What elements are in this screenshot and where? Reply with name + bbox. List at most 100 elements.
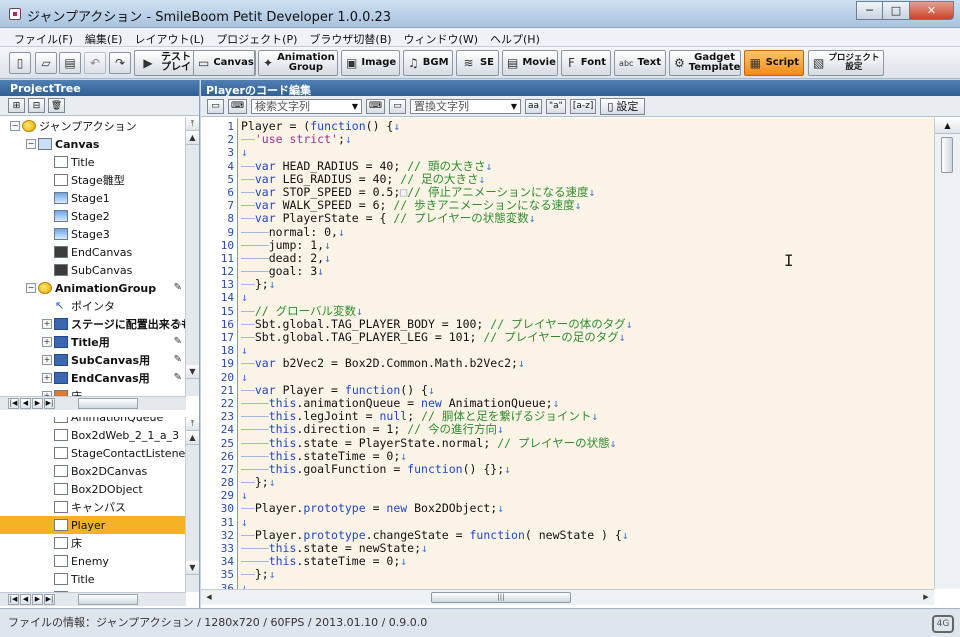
code-line[interactable]: 28 ——};↓ [201, 475, 934, 489]
collapse-icon[interactable]: − [26, 139, 36, 149]
bgm-button[interactable]: ♫ BGM [403, 50, 453, 76]
keyboard-icon[interactable]: ⌨ [228, 98, 247, 114]
code-line[interactable]: 35 ——};↓ [201, 568, 934, 582]
scroll-last-icon[interactable]: ▶| [44, 398, 55, 409]
script-list-item[interactable]: Title [0, 570, 186, 588]
code-line[interactable]: 13 ——};↓ [201, 278, 934, 292]
tree-hscroll[interactable]: |◀ ◀ ▶ ▶| [0, 396, 186, 410]
settings-button[interactable]: ▯ 設定 [600, 97, 646, 115]
new-doc-icon[interactable]: ▯ [9, 52, 31, 74]
tree-item[interactable]: SubCanvas [0, 261, 186, 279]
code-area[interactable]: 1 Player = (function() {↓ 2 ——'use strict';… [201, 118, 934, 589]
expand-icon[interactable]: + [42, 373, 52, 383]
tree-item[interactable]: Title [0, 153, 186, 171]
scroll-right-icon[interactable]: ▶ [32, 398, 43, 409]
expand-icon[interactable]: + [42, 337, 52, 347]
image-button[interactable]: ▣ Image [341, 50, 400, 76]
app-icon[interactable] [9, 8, 21, 20]
collapse-icon[interactable]: − [10, 121, 20, 131]
script-list-item[interactable]: StageContactListener [0, 444, 186, 462]
match-case-button[interactable]: aa [525, 98, 543, 114]
tree-item[interactable]: +床 [0, 387, 186, 396]
script-list-item[interactable]: Box2DObject [0, 480, 186, 498]
tree-item[interactable]: + EndCanvas用 ✎ [0, 369, 186, 387]
script-list-item[interactable]: 床 [0, 534, 186, 552]
tree-item[interactable]: − Canvas [0, 135, 186, 153]
maximize-button[interactable]: □ [883, 1, 910, 20]
scroll-up-icon[interactable]: ▲ [186, 131, 199, 145]
pin-icon[interactable]: ✎ [174, 282, 182, 293]
scroll-first-icon[interactable]: |◀ [8, 398, 19, 409]
pin-icon[interactable]: ✎ [174, 372, 182, 383]
pin-icon[interactable]: ✎ [174, 318, 182, 329]
code-line[interactable]: 36 ↓ [201, 581, 934, 589]
canvas-button[interactable]: ▭ Canvas [193, 50, 255, 76]
add-item-icon[interactable]: ⊞ [8, 98, 25, 113]
open-folder-icon[interactable]: ▱ [35, 52, 57, 74]
menu-browser[interactable]: ブラウザ切替(B) [303, 28, 397, 46]
minimize-button[interactable]: ─ [856, 1, 883, 20]
scroll-first-icon[interactable]: |◀ [8, 594, 19, 605]
hscroll-thumb[interactable] [78, 594, 138, 605]
menu-window[interactable]: ウィンドウ(W) [398, 28, 484, 46]
undo-icon[interactable]: ↶ [84, 52, 106, 74]
scroll-up-icon[interactable]: ▲ [935, 118, 960, 134]
collapse-icon[interactable]: − [26, 283, 36, 293]
code-line[interactable]: 2 ——'use strict';↓ [201, 133, 934, 147]
project-settings-button[interactable]: ▧ プロジェクト 設定 [808, 50, 884, 76]
tree-item[interactable]: EndCanvas [0, 243, 186, 261]
hscroll-thumb[interactable] [78, 398, 138, 409]
expand-icon[interactable]: + [42, 319, 52, 329]
save-icon[interactable]: ▤ [59, 52, 81, 74]
code-line[interactable]: 19 ——var b2Vec2 = Box2D.Common.Math.b2Vec… [201, 357, 934, 371]
script-list-item[interactable]: Box2DCanvas [0, 462, 186, 480]
tree-item[interactable]: Stage2 [0, 207, 186, 225]
search-input[interactable]: 検索文字列 ▼ [251, 98, 362, 114]
scroll-top-icon[interactable]: ⤒ [186, 417, 199, 431]
script-list-item[interactable]: キャンパス [0, 498, 186, 516]
scroll-top-icon[interactable]: ⤒ [186, 117, 199, 131]
script-list-hscroll[interactable]: |◀ ◀ ▶ ▶| [0, 592, 186, 606]
menu-project[interactable]: プロジェクト(P) [210, 28, 303, 46]
scroll-left-icon[interactable]: ◀ [20, 398, 31, 409]
tree-item[interactable]: − ジャンプアクション [0, 117, 186, 135]
scroll-down-icon[interactable]: ▼ [186, 561, 199, 575]
scroll-left-icon[interactable]: ◀ [20, 594, 31, 605]
code-line[interactable]: 27 ————this.goalFunction = function() {};… [201, 462, 934, 476]
script-button[interactable]: ▦ Script [744, 50, 804, 76]
tree-item[interactable]: − AnimationGroup ✎ [0, 279, 186, 297]
menu-edit[interactable]: 編集(E) [79, 28, 129, 46]
script-list-item[interactable]: Enemy [0, 552, 186, 570]
code-line[interactable]: 30 ——Player.prototype = new Box2DObject;↓ [201, 502, 934, 516]
menu-file[interactable]: ファイル(F) [8, 28, 79, 46]
script-list-item[interactable]: Player [0, 516, 186, 534]
whole-word-button[interactable]: "a" [546, 98, 566, 114]
script-list-item[interactable]: AnimationQueue [0, 417, 186, 426]
layout-icon[interactable]: ▭ [207, 98, 224, 114]
scroll-up-icon[interactable]: ▲ [186, 431, 199, 445]
scroll-down-icon[interactable]: ▼ [186, 365, 199, 379]
script-list-item[interactable]: Box2dWeb_2_1_a_3 [0, 426, 186, 444]
text-button[interactable]: abc Text [614, 50, 666, 76]
redo-icon[interactable]: ↷ [109, 52, 131, 74]
regex-button[interactable]: [a-z] [569, 98, 597, 114]
font-button[interactable]: F Font [561, 50, 611, 76]
vscroll-thumb[interactable] [941, 137, 953, 173]
tree-item[interactable]: Stage1 [0, 189, 186, 207]
tree-item[interactable]: Stage雛型 [0, 171, 186, 189]
replace-input[interactable]: 置換文字列 ▼ [410, 98, 521, 114]
menu-help[interactable]: ヘルプ(H) [484, 28, 546, 46]
pin-icon[interactable]: ✎ [174, 354, 182, 365]
script-list-vscroll[interactable]: ⤒ ▲ ▼ [185, 417, 199, 592]
scroll-last-icon[interactable]: ▶| [44, 594, 55, 605]
tree-item[interactable]: Stage3 [0, 225, 186, 243]
add-folder-icon[interactable]: ⊟ [28, 98, 45, 113]
code-line[interactable]: 17 ——Sbt.global.TAG_PLAYER_LEG = 101; // … [201, 330, 934, 344]
search-next-icon[interactable]: ⌨ [366, 98, 385, 114]
tree-vscroll[interactable]: ⤒ ▲ ▼ [185, 117, 199, 396]
se-button[interactable]: ≋ SE [456, 50, 499, 76]
tree-item[interactable]: + SubCanvas用 ✎ [0, 351, 186, 369]
menu-layout[interactable]: レイアウト(L) [128, 28, 210, 46]
trash-icon[interactable]: 🗑 [48, 98, 65, 113]
close-button[interactable]: ✕ [910, 1, 954, 20]
